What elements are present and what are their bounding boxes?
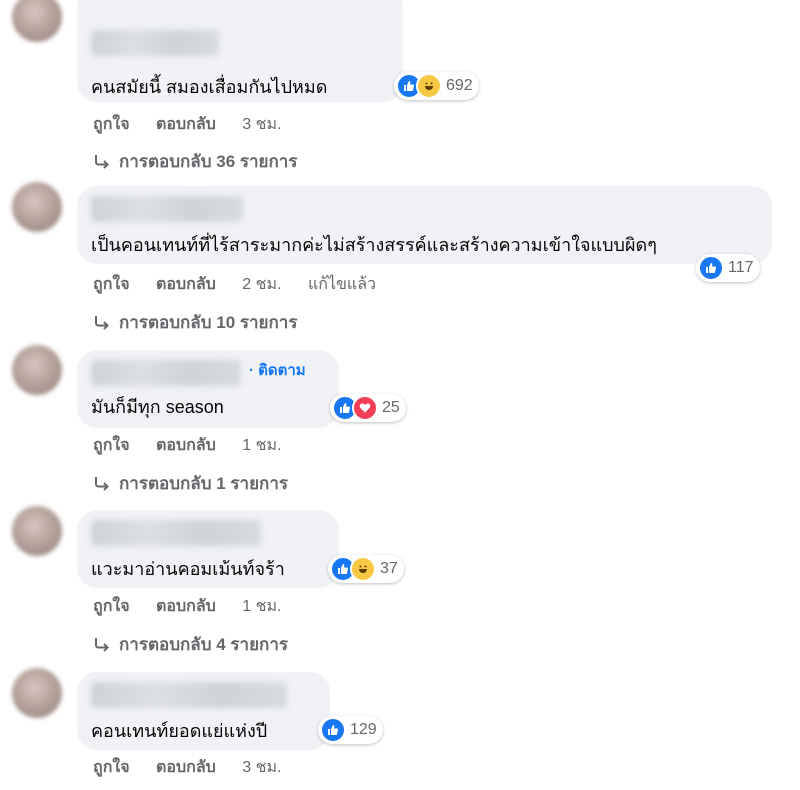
reaction-summary[interactable]: 25	[330, 394, 406, 422]
comment-text: มันก็มีทุก season	[91, 397, 224, 417]
reply-button[interactable]: ตอบกลับ	[156, 276, 216, 293]
avatar[interactable]	[12, 345, 62, 395]
avatar[interactable]	[12, 506, 62, 556]
reaction-count: 692	[446, 77, 473, 94]
timestamp[interactable]: 3 ชม.	[242, 116, 281, 133]
comment-bubble: คนสมัยนี้ สมองเสื่อมกันไปหมด	[77, 0, 403, 102]
comment-actions: ถูกใจ ตอบกลับ 3 ชม.	[93, 755, 303, 780]
view-replies-link[interactable]: การตอบกลับ 36 รายการ	[93, 148, 297, 175]
like-button[interactable]: ถูกใจ	[93, 276, 130, 293]
reaction-summary[interactable]: 117	[696, 254, 760, 282]
haha-icon	[350, 556, 376, 582]
reaction-count: 129	[350, 721, 377, 738]
timestamp[interactable]: 2 ชม.	[242, 276, 281, 293]
reaction-count: 25	[382, 399, 400, 416]
haha-icon	[416, 73, 442, 99]
comment-text: คอนเทนท์ยอดแย่แห่งปี	[91, 721, 268, 741]
view-replies-link[interactable]: การตอบกลับ 10 รายการ	[93, 309, 297, 336]
comment-actions: ถูกใจ ตอบกลับ 2 ชม. แก้ไขแล้ว	[93, 272, 398, 297]
reply-arrow-icon	[93, 637, 111, 653]
author-name-blurred[interactable]	[91, 196, 243, 222]
reply-arrow-icon	[93, 154, 111, 170]
view-replies-link[interactable]: การตอบกลับ 4 รายการ	[93, 631, 288, 658]
comment-actions: ถูกใจ ตอบกลับ 1 ชม.	[93, 594, 303, 619]
like-button[interactable]: ถูกใจ	[93, 116, 130, 133]
replies-count-label: การตอบกลับ 36 รายการ	[119, 152, 298, 171]
reply-arrow-icon	[93, 315, 111, 331]
reaction-summary[interactable]: 37	[328, 555, 404, 583]
comment-bubble: คอนเทนท์ยอดแย่แห่งปี	[77, 672, 330, 750]
like-button[interactable]: ถูกใจ	[93, 759, 130, 776]
replies-count-label: การตอบกลับ 1 รายการ	[119, 474, 289, 493]
reply-button[interactable]: ตอบกลับ	[156, 437, 216, 454]
replies-count-label: การตอบกลับ 10 รายการ	[119, 313, 298, 332]
love-icon	[352, 395, 378, 421]
comment-bubble: · ติดตาม มันก็มีทุก season	[77, 350, 339, 428]
reaction-count: 117	[728, 259, 754, 276]
like-button[interactable]: ถูกใจ	[93, 437, 130, 454]
like-icon	[320, 717, 346, 743]
comment-actions: ถูกใจ ตอบกลับ 3 ชม.	[93, 112, 303, 137]
reply-button[interactable]: ตอบกลับ	[156, 116, 216, 133]
view-replies-link[interactable]: การตอบกลับ 1 รายการ	[93, 470, 288, 497]
follow-button[interactable]: · ติดตาม	[249, 358, 306, 382]
comment-text: คนสมัยนี้ สมองเสื่อมกันไปหมด	[91, 77, 328, 97]
comment-bubble: เป็นคอนเทนท์ที่ไร้สาระมากค่ะไม่สร้างสรรค…	[77, 186, 772, 264]
avatar[interactable]	[12, 182, 62, 232]
reply-button[interactable]: ตอบกลับ	[156, 598, 216, 615]
avatar[interactable]	[12, 0, 62, 42]
comment-bubble: แวะมาอ่านคอมเม้นท์จร้า	[77, 510, 339, 588]
edited-label: แก้ไขแล้ว	[307, 276, 377, 293]
reaction-summary[interactable]: 129	[318, 716, 383, 744]
reaction-summary[interactable]: 692	[394, 72, 479, 100]
timestamp[interactable]: 3 ชม.	[242, 759, 281, 776]
reaction-count: 37	[380, 560, 398, 577]
like-button[interactable]: ถูกใจ	[93, 598, 130, 615]
reply-arrow-icon	[93, 476, 111, 492]
author-name-blurred[interactable]	[91, 520, 261, 546]
comment-text: เป็นคอนเทนท์ที่ไร้สาระมากค่ะไม่สร้างสรรค…	[91, 235, 657, 255]
like-icon	[698, 255, 724, 281]
author-name-blurred[interactable]	[91, 682, 287, 708]
comment-actions: ถูกใจ ตอบกลับ 1 ชม.	[93, 433, 303, 458]
avatar[interactable]	[12, 668, 62, 718]
timestamp[interactable]: 1 ชม.	[242, 437, 281, 454]
author-name-blurred[interactable]	[91, 360, 241, 386]
reply-button[interactable]: ตอบกลับ	[156, 759, 216, 776]
timestamp[interactable]: 1 ชม.	[242, 598, 281, 615]
comment-text: แวะมาอ่านคอมเม้นท์จร้า	[91, 559, 285, 579]
author-name-blurred[interactable]	[91, 30, 219, 56]
replies-count-label: การตอบกลับ 4 รายการ	[119, 635, 289, 654]
